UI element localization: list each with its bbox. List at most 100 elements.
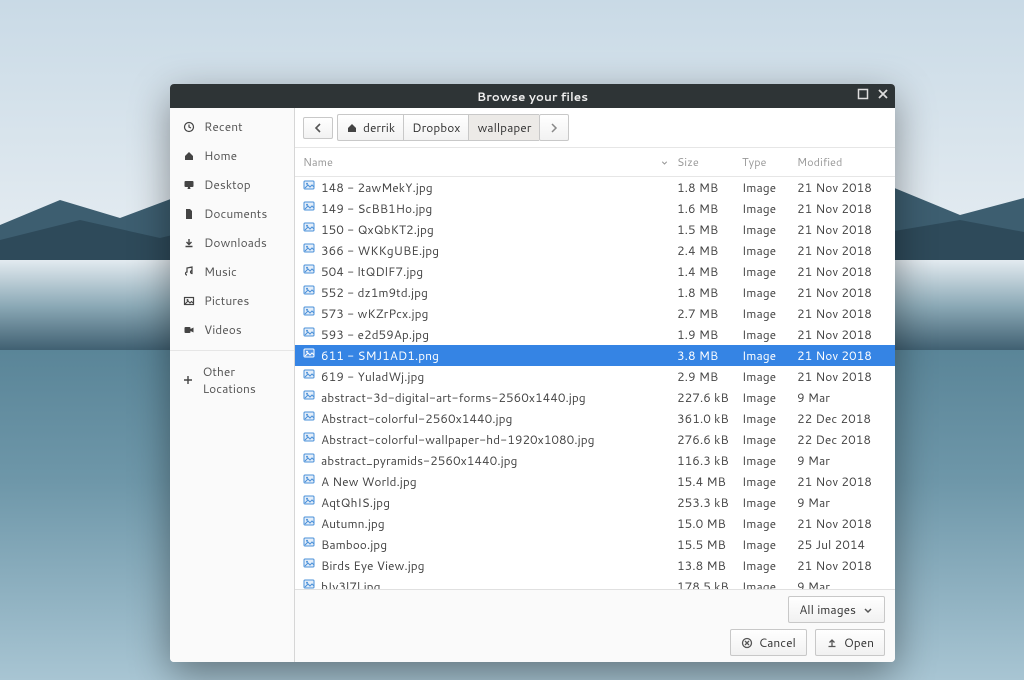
image-file-icon [303,389,321,406]
file-type: Image [742,410,797,427]
file-name: Birds Eye View.jpg [321,557,677,574]
file-filter-dropdown[interactable]: All images [788,596,885,623]
file-size: 1.8 MB [677,284,742,301]
table-row[interactable]: Abstract-colorful-2560x1440.jpg361.0 kBI… [295,408,895,429]
file-modified: 21 Nov 2018 [797,284,887,301]
file-size: 178.5 kB [677,578,742,589]
sidebar-item-downloads[interactable]: Downloads [170,228,294,257]
file-type: Image [742,431,797,448]
table-row[interactable]: abstract_pyramids-2560x1440.jpg116.3 kBI… [295,450,895,471]
sidebar: RecentHome Desktop Documents Downloads Music… [170,108,295,662]
sidebar-item-music[interactable]: Music [170,257,294,286]
file-type: Image [742,578,797,589]
image-file-icon [303,179,321,196]
open-button[interactable]: Open [815,629,885,656]
table-row[interactable]: 149 - ScBB1Ho.jpg1.6 MBImage21 Nov 2018 [295,198,895,219]
table-row[interactable]: 504 - ltQDlF7.jpg1.4 MBImage21 Nov 2018 [295,261,895,282]
file-size: 361.0 kB [677,410,742,427]
file-type: Image [742,557,797,574]
image-file-icon [303,284,321,301]
cancel-button[interactable]: Cancel [730,629,807,656]
file-type: Image [742,515,797,532]
table-row[interactable]: 148 - 2awMekY.jpg1.8 MBImage21 Nov 2018 [295,177,895,198]
sidebar-item-label: Pictures [204,292,249,309]
file-type: Image [742,389,797,406]
image-file-icon [303,494,321,511]
breadcrumb-label: derrik [363,119,395,136]
table-row[interactable]: A New World.jpg15.4 MBImage21 Nov 2018 [295,471,895,492]
file-size: 253.3 kB [677,494,742,511]
videos-icon [182,324,196,336]
image-file-icon [303,242,321,259]
sidebar-item-recent[interactable]: Recent [170,112,294,141]
file-type: Image [742,368,797,385]
breadcrumb-segment[interactable]: wallpaper [468,114,539,141]
sidebar-item-home[interactable]: Home [170,141,294,170]
sidebar-item-label: Downloads [204,234,267,251]
image-file-icon [303,410,321,427]
table-row[interactable]: abstract-3d-digital-art-forms-2560x1440.… [295,387,895,408]
breadcrumb-segment[interactable]: Dropbox [403,114,468,141]
image-file-icon [303,221,321,238]
open-label: Open [844,634,874,651]
file-list[interactable]: 148 - 2awMekY.jpg1.8 MBImage21 Nov 20181… [295,177,895,589]
table-row[interactable]: Bamboo.jpg15.5 MBImage25 Jul 2014 [295,534,895,555]
image-file-icon [303,557,321,574]
file-name: 619 - YuladWj.jpg [321,368,677,385]
image-file-icon [303,515,321,532]
home-icon [346,122,358,134]
breadcrumb-next[interactable] [539,114,569,141]
image-file-icon [303,305,321,322]
file-size: 2.4 MB [677,242,742,259]
column-size[interactable]: Size [677,154,742,170]
breadcrumb-segment[interactable]: derrik [337,114,403,141]
column-name[interactable]: Name [303,154,677,170]
column-modified[interactable]: Modified [797,154,887,170]
table-row[interactable]: Birds Eye View.jpg13.8 MBImage21 Nov 201… [295,555,895,576]
file-modified: 21 Nov 2018 [797,347,887,364]
file-name: 593 - e2d59Ap.jpg [321,326,677,343]
sidebar-item-documents[interactable]: Documents [170,199,294,228]
table-row[interactable]: Abstract-colorful-wallpaper-hd-1920x1080… [295,429,895,450]
table-row[interactable]: 552 - dz1m9td.jpg1.8 MBImage21 Nov 2018 [295,282,895,303]
table-row[interactable]: 573 - wKZrPcx.jpg2.7 MBImage21 Nov 2018 [295,303,895,324]
table-row[interactable]: 593 - e2d59Ap.jpg1.9 MBImage21 Nov 2018 [295,324,895,345]
image-file-icon [303,368,321,385]
maximize-icon[interactable] [857,88,869,104]
sidebar-item-videos[interactable]: Videos [170,315,294,344]
back-button[interactable] [303,117,333,139]
file-size: 2.7 MB [677,305,742,322]
sidebar-item-label: Other Locations [202,363,282,397]
table-row[interactable]: AqtQhIS.jpg253.3 kBImage9 Mar [295,492,895,513]
sidebar-item-desktop[interactable]: Desktop [170,170,294,199]
file-name: abstract_pyramids-2560x1440.jpg [321,452,677,469]
cancel-label: Cancel [759,634,796,651]
file-type: Image [742,536,797,553]
file-size: 116.3 kB [677,452,742,469]
music-icon [182,266,196,278]
table-row[interactable]: Autumn.jpg15.0 MBImage21 Nov 2018 [295,513,895,534]
file-type: Image [742,221,797,238]
sort-indicator-icon [660,158,669,167]
table-row[interactable]: 619 - YuladWj.jpg2.9 MBImage21 Nov 2018 [295,366,895,387]
table-row[interactable]: 150 - QxQbKT2.jpg1.5 MBImage21 Nov 2018 [295,219,895,240]
table-row[interactable]: 366 - WKKgUBE.jpg2.4 MBImage21 Nov 2018 [295,240,895,261]
file-modified: 21 Nov 2018 [797,368,887,385]
table-row[interactable]: bIy3l7l.jpg178.5 kBImage9 Mar [295,576,895,589]
file-type: Image [742,494,797,511]
table-row[interactable]: 611 - SMJ1AD1.png3.8 MBImage21 Nov 2018 [295,345,895,366]
sidebar-item-label: Desktop [204,176,251,193]
documents-icon [182,208,196,220]
window-title: Browse your files [477,88,588,105]
file-modified: 21 Nov 2018 [797,473,887,490]
close-icon[interactable] [877,88,889,104]
file-name: Abstract-colorful-wallpaper-hd-1920x1080… [321,431,677,448]
file-name: 504 - ltQDlF7.jpg [321,263,677,280]
file-size: 13.8 MB [677,557,742,574]
file-modified: 21 Nov 2018 [797,179,887,196]
toolbar: derrik Dropboxwallpaper [295,108,895,148]
column-type[interactable]: Type [742,154,797,170]
image-file-icon [303,326,321,343]
sidebar-item-pictures[interactable]: Pictures [170,286,294,315]
sidebar-item-other-locations[interactable]: Other Locations [170,357,294,403]
